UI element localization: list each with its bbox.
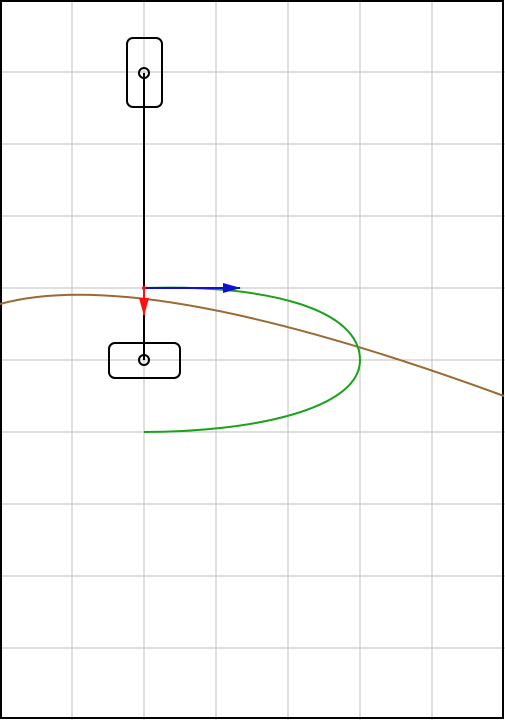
grid	[0, 0, 505, 720]
contact-point	[142, 286, 146, 290]
trajectory-large-arc	[0, 293, 505, 397]
diagram-canvas	[0, 0, 505, 720]
mechanism-diagram	[0, 0, 505, 720]
